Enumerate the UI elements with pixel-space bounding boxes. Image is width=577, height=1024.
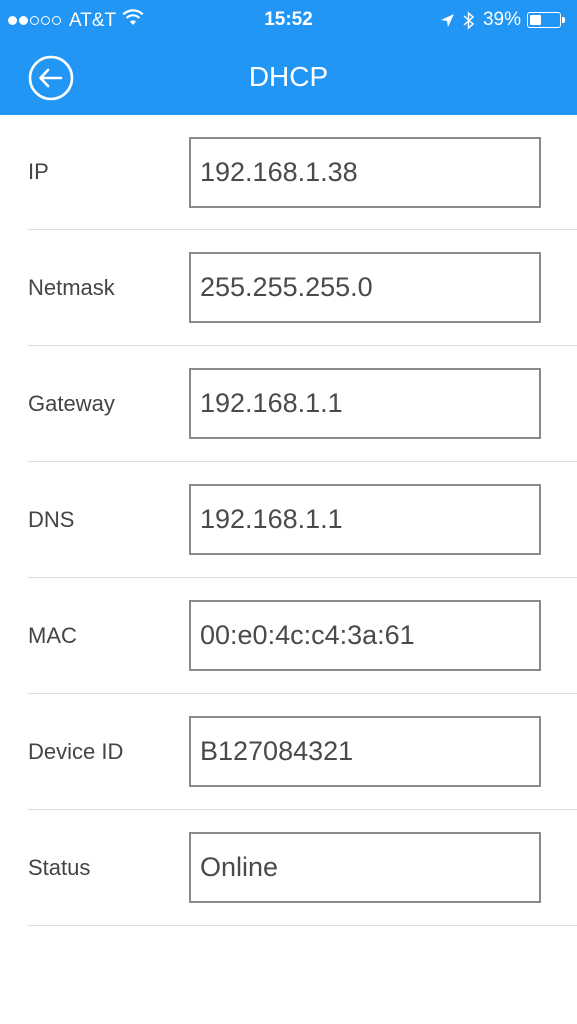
netmask-label: Netmask [28, 274, 115, 300]
status-field[interactable] [189, 832, 541, 903]
field-row-dns: DNS [28, 462, 577, 578]
status-bar-right: 39% [440, 9, 565, 31]
dns-field[interactable] [189, 484, 541, 555]
device-id-field[interactable] [189, 716, 541, 787]
field-row-device-id: Device ID [28, 694, 577, 810]
mac-label: MAC [28, 622, 77, 648]
gateway-label: Gateway [28, 390, 115, 416]
ip-field[interactable] [189, 137, 541, 208]
field-row-netmask: Netmask [28, 230, 577, 346]
battery-percent: 39% [482, 9, 521, 30]
field-row-gateway: Gateway [28, 346, 577, 462]
netmask-field[interactable] [189, 252, 541, 323]
device-id-label: Device ID [28, 738, 124, 764]
dns-label: DNS [28, 506, 75, 532]
status-bar: AT&T 15:52 39% [0, 0, 577, 40]
battery-fill [530, 15, 541, 25]
field-row-status: Status [28, 810, 577, 926]
ip-label: IP [28, 159, 49, 184]
battery-icon [527, 12, 565, 28]
app-header: AT&T 15:52 39% DHCP [0, 0, 577, 115]
gateway-field[interactable] [189, 368, 541, 439]
battery-nub [562, 17, 565, 23]
nav-bar: DHCP [0, 40, 577, 115]
status-label: Status [28, 854, 91, 880]
field-row-ip: IP [28, 115, 577, 230]
location-arrow-icon [440, 13, 455, 28]
dhcp-form: IP Netmask Gateway DNS MAC Device ID Status [0, 115, 577, 926]
bluetooth-icon [463, 10, 475, 30]
field-row-mac: MAC [28, 578, 577, 694]
battery-shell [527, 12, 561, 28]
mac-field[interactable] [189, 600, 541, 671]
page-title: DHCP [248, 61, 329, 92]
